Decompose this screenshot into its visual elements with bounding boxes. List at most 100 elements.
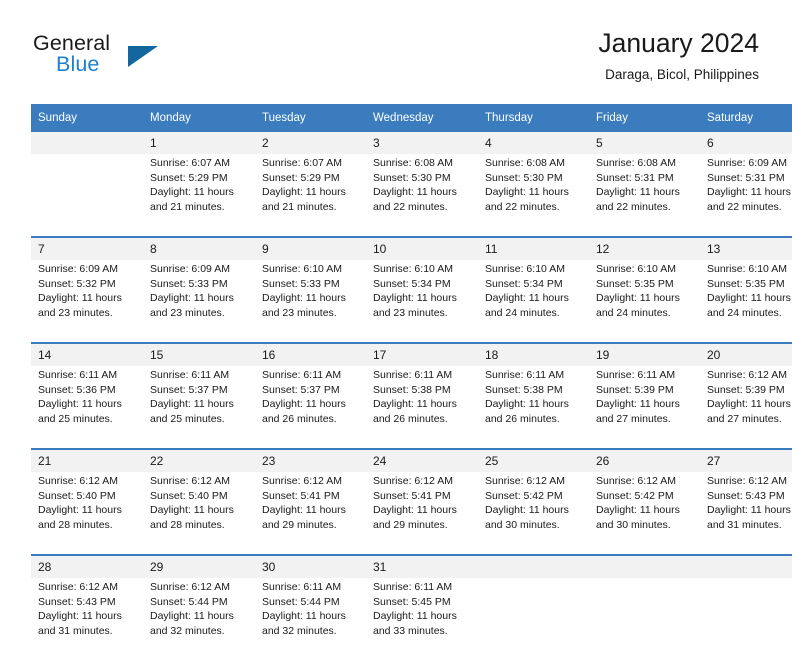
generalblue-logo[interactable]: General Blue (33, 31, 253, 83)
day-cell[interactable]: Sunrise: 6:07 AM Sunset: 5:29 PM Daylight:… (143, 154, 255, 228)
week-spacer (31, 228, 792, 237)
day-number[interactable]: 16 (255, 342, 366, 366)
day-cell[interactable]: Sunrise: 6:10 AM Sunset: 5:34 PM Daylight:… (478, 260, 589, 334)
sunrise-text: Sunrise: 6:09 AM (707, 157, 787, 169)
day-cell[interactable]: Sunrise: 6:12 AM Sunset: 5:40 PM Daylight:… (31, 472, 143, 546)
day-number[interactable]: 14 (31, 342, 143, 366)
day-cell[interactable]: Sunrise: 6:11 AM Sunset: 5:38 PM Daylight:… (366, 366, 478, 440)
week-spacer (31, 440, 792, 449)
sunset-text: Sunset: 5:37 PM (150, 383, 228, 396)
sunset-text: Sunset: 5:30 PM (485, 171, 563, 184)
day-number[interactable]: 15 (143, 342, 255, 366)
daylight-text-line2: and 24 minutes. (485, 306, 560, 319)
daylight-text-line2: and 22 minutes. (596, 200, 671, 213)
day-cell[interactable]: Sunrise: 6:09 AM Sunset: 5:33 PM Daylight:… (143, 260, 255, 334)
day-cell[interactable]: Sunrise: 6:11 AM Sunset: 5:38 PM Daylight:… (478, 366, 589, 440)
sunrise-text: Sunrise: 6:12 AM (150, 475, 230, 487)
sunset-text: Sunset: 5:40 PM (38, 489, 116, 502)
daylight-text-line2: and 29 minutes. (262, 518, 337, 531)
calendar-week-daynumbers: 123456 (31, 132, 792, 154)
day-cell[interactable]: Sunrise: 6:11 AM Sunset: 5:36 PM Daylight:… (31, 366, 143, 440)
day-number[interactable]: 25 (478, 448, 589, 472)
week-spacer (31, 546, 792, 555)
sunset-text: Sunset: 5:30 PM (373, 171, 451, 184)
sunrise-text: Sunrise: 6:12 AM (485, 475, 565, 487)
day-cell[interactable]: Sunrise: 6:12 AM Sunset: 5:44 PM Daylight:… (143, 578, 255, 652)
day-cell[interactable]: Sunrise: 6:12 AM Sunset: 5:40 PM Daylight:… (143, 472, 255, 546)
daylight-text-line2: and 32 minutes. (262, 624, 337, 637)
day-number[interactable]: 22 (143, 448, 255, 472)
day-cell[interactable]: Sunrise: 6:11 AM Sunset: 5:39 PM Daylight:… (589, 366, 700, 440)
day-number[interactable]: 6 (700, 132, 792, 154)
day-number[interactable]: 31 (366, 554, 478, 578)
day-number[interactable]: 2 (255, 132, 366, 154)
daylight-text-line1: Daylight: 11 hours (38, 398, 122, 411)
logo-text-blue: Blue (56, 52, 100, 76)
day-cell[interactable]: Sunrise: 6:12 AM Sunset: 5:41 PM Daylight:… (255, 472, 366, 546)
day-cell[interactable]: Sunrise: 6:08 AM Sunset: 5:30 PM Daylight:… (478, 154, 589, 228)
day-number[interactable]: 11 (478, 236, 589, 260)
day-number[interactable]: 4 (478, 132, 589, 154)
day-cell[interactable]: Sunrise: 6:11 AM Sunset: 5:37 PM Daylight:… (255, 366, 366, 440)
week-spacer-cell (255, 440, 366, 449)
daylight-text-line2: and 21 minutes. (262, 200, 337, 213)
day-number[interactable]: 29 (143, 554, 255, 578)
day-number[interactable]: 26 (589, 448, 700, 472)
day-cell[interactable]: Sunrise: 6:08 AM Sunset: 5:30 PM Daylight:… (366, 154, 478, 228)
calendar-table: Sunday Monday Tuesday Wednesday Thursday… (31, 104, 792, 652)
day-cell[interactable]: Sunrise: 6:10 AM Sunset: 5:35 PM Daylight:… (589, 260, 700, 334)
day-number[interactable]: 18 (478, 342, 589, 366)
day-cell[interactable]: Sunrise: 6:12 AM Sunset: 5:43 PM Daylight:… (31, 578, 143, 652)
weekday-header-monday: Monday (143, 104, 255, 132)
day-cell[interactable]: Sunrise: 6:08 AM Sunset: 5:31 PM Daylight:… (589, 154, 700, 228)
sunrise-text: Sunrise: 6:11 AM (373, 581, 453, 593)
day-number[interactable]: 10 (366, 236, 478, 260)
day-cell[interactable]: Sunrise: 6:10 AM Sunset: 5:33 PM Daylight:… (255, 260, 366, 334)
day-cell[interactable]: Sunrise: 6:07 AM Sunset: 5:29 PM Daylight:… (255, 154, 366, 228)
day-cell[interactable]: Sunrise: 6:12 AM Sunset: 5:41 PM Daylight:… (366, 472, 478, 546)
day-cell-empty (700, 578, 792, 652)
day-number[interactable]: 13 (700, 236, 792, 260)
day-cell[interactable]: Sunrise: 6:09 AM Sunset: 5:31 PM Daylight:… (700, 154, 792, 228)
daylight-text-line2: and 25 minutes. (38, 412, 113, 425)
day-number[interactable]: 9 (255, 236, 366, 260)
daylight-text-line2: and 26 minutes. (485, 412, 560, 425)
day-cell[interactable]: Sunrise: 6:11 AM Sunset: 5:45 PM Daylight:… (366, 578, 478, 652)
week-spacer-cell (700, 546, 792, 555)
day-number[interactable]: 28 (31, 554, 143, 578)
day-number[interactable]: 27 (700, 448, 792, 472)
day-cell[interactable]: Sunrise: 6:12 AM Sunset: 5:39 PM Daylight:… (700, 366, 792, 440)
daylight-text-line1: Daylight: 11 hours (485, 292, 569, 305)
daylight-text-line1: Daylight: 11 hours (373, 186, 457, 199)
day-cell[interactable]: Sunrise: 6:12 AM Sunset: 5:42 PM Daylight:… (589, 472, 700, 546)
sunrise-text: Sunrise: 6:12 AM (150, 581, 230, 593)
day-cell[interactable]: Sunrise: 6:11 AM Sunset: 5:44 PM Daylight:… (255, 578, 366, 652)
day-cell[interactable]: Sunrise: 6:12 AM Sunset: 5:42 PM Daylight:… (478, 472, 589, 546)
day-cell[interactable]: Sunrise: 6:10 AM Sunset: 5:35 PM Daylight:… (700, 260, 792, 334)
day-number[interactable]: 23 (255, 448, 366, 472)
day-number[interactable]: 1 (143, 132, 255, 154)
day-number[interactable]: 5 (589, 132, 700, 154)
day-number[interactable]: 12 (589, 236, 700, 260)
day-number[interactable]: 7 (31, 236, 143, 260)
day-number[interactable]: 30 (255, 554, 366, 578)
day-number[interactable]: 24 (366, 448, 478, 472)
day-cell[interactable]: Sunrise: 6:09 AM Sunset: 5:32 PM Daylight:… (31, 260, 143, 334)
day-number[interactable]: 3 (366, 132, 478, 154)
day-number[interactable]: 20 (700, 342, 792, 366)
day-cell[interactable]: Sunrise: 6:12 AM Sunset: 5:43 PM Daylight:… (700, 472, 792, 546)
day-cell[interactable]: Sunrise: 6:10 AM Sunset: 5:34 PM Daylight:… (366, 260, 478, 334)
page-title: January 2024 (598, 28, 759, 58)
day-number[interactable]: 8 (143, 236, 255, 260)
day-number[interactable]: 21 (31, 448, 143, 472)
day-number[interactable]: 17 (366, 342, 478, 366)
sunrise-text: Sunrise: 6:11 AM (596, 369, 676, 381)
sunrise-text: Sunrise: 6:10 AM (485, 263, 565, 275)
daylight-text-line2: and 28 minutes. (38, 518, 113, 531)
calendar-header-row: Sunday Monday Tuesday Wednesday Thursday… (31, 104, 792, 132)
daylight-text-line1: Daylight: 11 hours (262, 186, 346, 199)
day-number[interactable]: 19 (589, 342, 700, 366)
sunrise-text: Sunrise: 6:10 AM (707, 263, 787, 275)
day-cell[interactable]: Sunrise: 6:11 AM Sunset: 5:37 PM Daylight:… (143, 366, 255, 440)
daylight-text-line2: and 25 minutes. (150, 412, 225, 425)
